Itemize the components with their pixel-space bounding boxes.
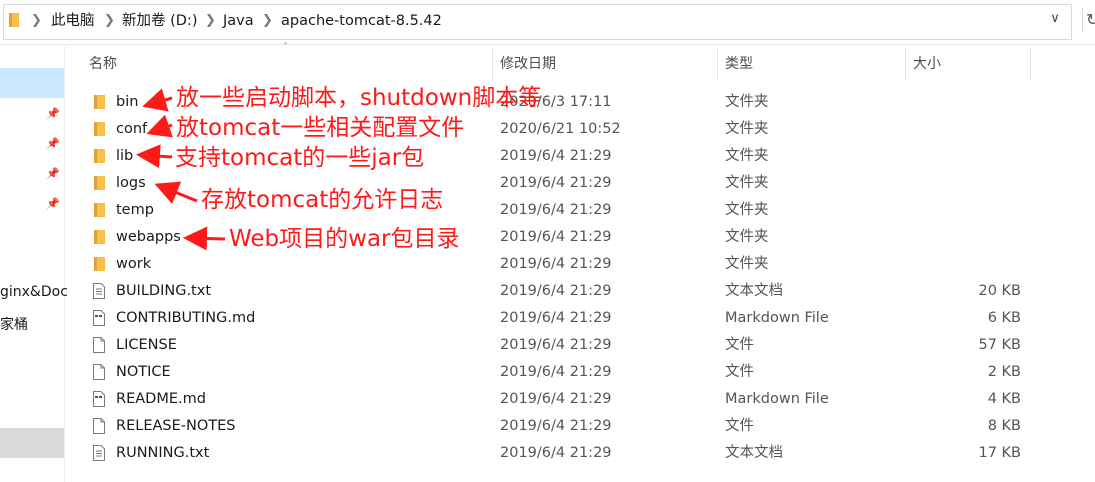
- arrow-webapps: [183, 226, 226, 251]
- arrow-bin: [142, 88, 173, 112]
- annotation-lib: 支持tomcat的一些jar包: [175, 145, 425, 171]
- annotation-logs: 存放tomcat的允许日志: [201, 187, 444, 213]
- arrow-logs: [154, 181, 198, 204]
- annotation-arrows: [136, 88, 226, 251]
- arrow-conf: [146, 114, 173, 138]
- arrow-lib: [136, 144, 173, 169]
- annotation-bin: 放一些启动脚本，shutdown脚本等: [176, 85, 542, 111]
- annotation-webapps: Web项目的war包目录: [229, 226, 460, 252]
- annotation-conf: 放tomcat一些相关配置文件: [176, 115, 465, 141]
